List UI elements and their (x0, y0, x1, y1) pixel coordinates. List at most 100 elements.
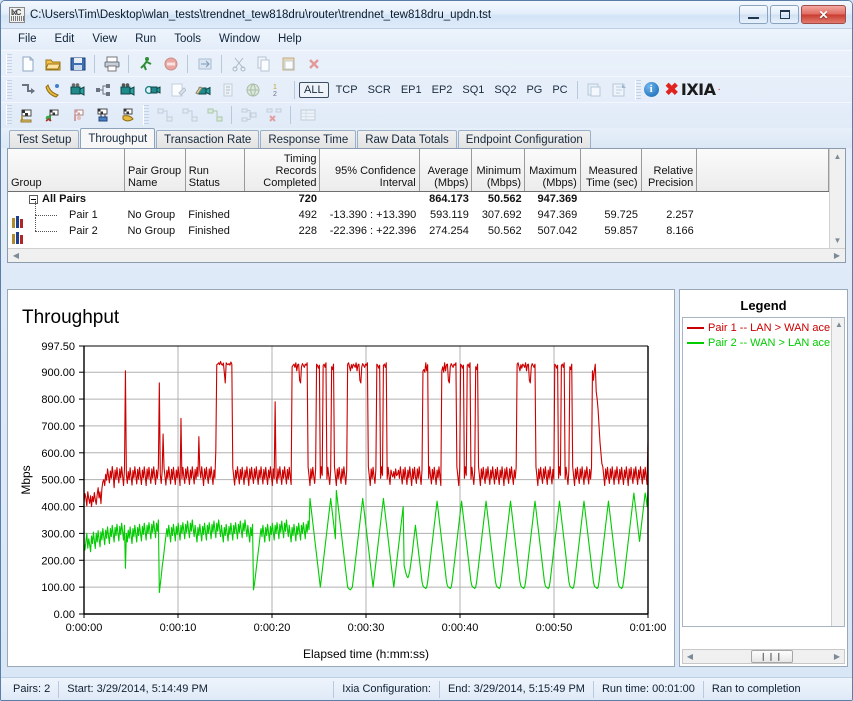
legend-scroll-right-button[interactable]: ▶ (830, 650, 844, 663)
run-test-icon[interactable] (134, 53, 157, 75)
filter-scr-button[interactable]: SCR (363, 82, 396, 98)
table-horizontal-scrollbar[interactable]: ◀ ▶ (8, 248, 845, 262)
filter-ep1-button[interactable]: EP1 (396, 82, 427, 98)
connect-icon[interactable] (153, 104, 176, 126)
col-timing-records[interactable]: Timing Records Completed (244, 149, 321, 192)
chart-row-icon[interactable] (12, 215, 25, 228)
delete-icon[interactable] (302, 53, 325, 75)
filter-sq2-button[interactable]: SQ2 (489, 82, 521, 98)
disconnect-icon[interactable] (178, 104, 201, 126)
save-icon[interactable] (66, 53, 89, 75)
maximize-button[interactable] (770, 5, 799, 24)
col-pair-group-name[interactable]: Pair Group Name (124, 149, 186, 192)
toolbar-grip[interactable] (6, 79, 12, 100)
run-selected-icon[interactable] (116, 104, 139, 126)
run-batch-icon[interactable] (66, 104, 89, 126)
legend-scroll-up-button[interactable]: ▲ (832, 318, 844, 331)
refresh-icon[interactable] (193, 53, 216, 75)
copy-icon[interactable] (252, 53, 275, 75)
scroll-left-button[interactable]: ◀ (9, 249, 23, 262)
edit-video-icon[interactable] (191, 79, 214, 101)
close-button[interactable]: ✕ (801, 5, 846, 24)
print-icon[interactable] (100, 53, 123, 75)
table-row[interactable]: All Pairs 720 864.173 50.562 947.369 (8, 191, 829, 207)
col-minimum[interactable]: Minimum (Mbps) (471, 149, 526, 192)
edit-pair-icon[interactable] (166, 79, 189, 101)
chart-row-icon[interactable] (12, 231, 25, 244)
menu-item-window[interactable]: Window (210, 31, 269, 47)
add-pair-icon[interactable] (16, 79, 39, 101)
toolbar-grip[interactable] (6, 104, 12, 125)
filter-ep2-button[interactable]: EP2 (427, 82, 458, 98)
info-icon[interactable]: i (643, 82, 659, 97)
menu-item-edit[interactable]: Edit (46, 31, 84, 47)
run-group-icon[interactable] (16, 104, 39, 126)
cell-pair-group-name: No Group (127, 225, 176, 237)
menu-item-tools[interactable]: Tools (165, 31, 210, 47)
tab-response-time[interactable]: Response Time (260, 130, 357, 148)
menu-item-file[interactable]: File (9, 31, 46, 47)
globe-icon[interactable] (241, 79, 264, 101)
filter-sq1-button[interactable]: SQ1 (457, 82, 489, 98)
add-hardware-pair-icon[interactable] (141, 79, 164, 101)
add-multicast-group-icon[interactable] (91, 79, 114, 101)
tab-endpoint-configuration[interactable]: Endpoint Configuration (457, 130, 591, 148)
filter-all-button[interactable]: ALL (299, 81, 329, 98)
add-voip-pair-icon[interactable] (41, 79, 64, 101)
export-setup-icon[interactable] (608, 79, 631, 101)
table-row[interactable]: Pair 2 No Group Finished 228 -22.396 : +… (8, 217, 829, 239)
tab-transaction-rate[interactable]: Transaction Rate (156, 130, 260, 148)
menu-item-view[interactable]: View (83, 31, 126, 47)
validate-icon[interactable] (203, 104, 226, 126)
scroll-right-button[interactable]: ▶ (830, 249, 844, 262)
tab-test-setup[interactable]: Test Setup (9, 130, 80, 148)
menu-item-help[interactable]: Help (269, 31, 311, 47)
toolbar-grip[interactable] (6, 53, 12, 74)
ungroup-icon[interactable] (262, 104, 285, 126)
col-average[interactable]: Average (Mbps) (419, 149, 473, 192)
stop-test-icon[interactable] (159, 53, 182, 75)
run-all-icon[interactable] (91, 104, 114, 126)
col-run-status[interactable]: Run Status (185, 149, 245, 192)
run-pair-icon[interactable] (41, 104, 64, 126)
col-group[interactable]: Group (8, 149, 125, 192)
cell-filler (697, 223, 829, 239)
cut-icon[interactable] (227, 53, 250, 75)
add-video-multicast-icon[interactable] (116, 79, 139, 101)
col-measured-time[interactable]: Measured Time (sec) (580, 149, 642, 192)
menu-item-run[interactable]: Run (126, 31, 165, 47)
toolbar-grip[interactable] (143, 104, 149, 125)
legend-horizontal-scrollbar[interactable]: ◀ ❙❙❙ ▶ (682, 649, 845, 664)
minimize-button[interactable] (739, 5, 768, 24)
script-icon[interactable] (216, 79, 239, 101)
col-confidence-interval[interactable]: 95% Confidence Interval (319, 149, 420, 192)
col-relative-precision[interactable]: Relative Precision (641, 149, 698, 192)
table-vertical-scrollbar[interactable]: ▲ ▼ (829, 149, 845, 248)
copy-setup-icon[interactable] (583, 79, 606, 101)
table-row[interactable]: Pair 1 No Group Finished 492 -13.390 : +… (8, 201, 829, 223)
datagrid-icon[interactable] (296, 104, 319, 126)
toolbar-separator (290, 105, 291, 124)
new-file-icon[interactable] (16, 53, 39, 75)
add-video-pair-icon[interactable] (66, 79, 89, 101)
filter-pc-button[interactable]: PC (547, 82, 572, 98)
scroll-up-button[interactable]: ▲ (831, 150, 845, 163)
col-maximum[interactable]: Maximum (Mbps) (524, 149, 581, 192)
tab-raw-data-totals[interactable]: Raw Data Totals (357, 130, 457, 148)
legend-scroll-thumb[interactable]: ❙❙❙ (750, 650, 793, 663)
legend-vertical-scrollbar[interactable]: ▲ (831, 318, 844, 626)
paste-icon[interactable] (277, 53, 300, 75)
number-pairs-icon[interactable]: 12 (266, 79, 289, 101)
toolbar-grip[interactable] (634, 79, 641, 100)
open-folder-icon[interactable] (41, 53, 64, 75)
filter-tcp-button[interactable]: TCP (331, 82, 363, 98)
legend-item-pair2[interactable]: Pair 2 -- WAN > LAN ace (685, 335, 844, 350)
filter-pg-button[interactable]: PG (521, 82, 547, 98)
legend-scroll-left-button[interactable]: ◀ (683, 650, 697, 663)
tab-throughput[interactable]: Throughput (80, 128, 156, 148)
group-by-icon[interactable] (237, 104, 260, 126)
legend-item-pair1[interactable]: Pair 1 -- LAN > WAN ace (685, 320, 844, 335)
scroll-down-button[interactable]: ▼ (831, 234, 845, 247)
throughput-chart[interactable]: 0.00 100.00 200.00 300.00 400.00 500.00 600.00… (8, 290, 674, 666)
ixia-trademark-dot: · (717, 84, 721, 95)
